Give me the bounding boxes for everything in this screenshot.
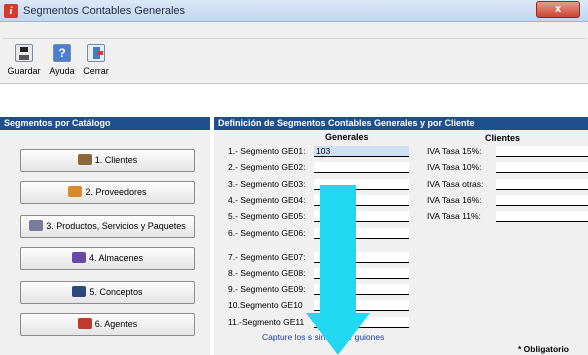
window-title: Segmentos Contables Generales: [23, 5, 186, 17]
catalog-button-label: 4. Almacenes: [88, 253, 144, 263]
segment-ge01-input[interactable]: [314, 146, 409, 157]
exit-icon: [87, 44, 105, 62]
save-button[interactable]: Guardar: [6, 44, 42, 80]
client-tax-label: IVA Tasa 15%:: [427, 146, 482, 156]
close-window-button[interactable]: x: [536, 1, 580, 18]
iva-16-input[interactable]: [496, 195, 588, 206]
segment-label: 6.- Segmento GE06:: [228, 228, 306, 238]
segment-label: 11.-Segmento GE11: [228, 317, 305, 327]
segment-label: 4.- Segmento GE04:: [228, 195, 306, 205]
warehouse-icon: [71, 252, 86, 263]
segment-ge02-input[interactable]: [314, 162, 409, 173]
iva-otras-input[interactable]: [496, 179, 588, 190]
catalog-button-label: 5. Conceptos: [89, 287, 143, 297]
segment-label: 7.- Segmento GE07:: [228, 252, 306, 262]
app-icon: i: [4, 4, 18, 18]
segment-label: 9.- Segmento GE09:: [228, 284, 306, 294]
catalog-button-label: 2. Proveedores: [85, 187, 147, 197]
agent-icon: [77, 318, 92, 329]
segment-label: 3.- Segmento GE03:: [228, 179, 306, 189]
right-panel-title: Definición de Segmentos Contables Genera…: [214, 117, 588, 130]
iva-11-input[interactable]: [496, 211, 588, 222]
exit-button[interactable]: Cerrar: [82, 44, 110, 80]
client-tax-label: IVA Tasa 10%:: [427, 162, 482, 172]
catalog-button-productos[interactable]: 3. Productos, Servicios y Paquetes: [20, 215, 195, 238]
left-panel-title: Segmentos por Catálogo: [0, 117, 210, 130]
segment-label: 8.- Segmento GE08:: [228, 268, 306, 278]
catalog-button-clientes[interactable]: 1. Clientes: [20, 149, 195, 172]
iva-15-input[interactable]: [496, 146, 588, 157]
client-tax-label: IVA Tasa 11%:: [427, 211, 481, 221]
catalog-button-label: 1. Clientes: [94, 155, 138, 165]
catalog-button-agentes[interactable]: 6. Agentes: [20, 313, 195, 336]
book-icon: [72, 286, 87, 297]
save-icon: [15, 44, 33, 62]
help-button[interactable]: ? Ayuda: [48, 44, 76, 80]
catalog-button-label: 3. Productos, Servicios y Paquetes: [46, 221, 186, 231]
segment-label: 1.- Segmento GE01:: [228, 146, 306, 156]
generales-header: Generales: [325, 132, 369, 142]
boxes-icon: [29, 220, 44, 231]
truck-icon: [68, 186, 83, 197]
down-arrow-head-icon: [306, 313, 370, 355]
toolbar: Guardar ? Ayuda Cerrar: [0, 22, 588, 84]
save-label: Guardar: [7, 66, 41, 76]
catalog-button-conceptos[interactable]: 5. Conceptos: [20, 281, 195, 304]
iva-10-input[interactable]: [496, 162, 588, 173]
help-label: Ayuda: [49, 66, 75, 76]
segment-label: 5.- Segmento GE05:: [228, 211, 306, 221]
down-arrow-icon: [320, 185, 356, 315]
exit-label: Cerrar: [83, 66, 109, 76]
toolbar-divider: [2, 38, 586, 39]
catalog-button-almacenes[interactable]: 4. Almacenes: [20, 247, 195, 270]
client-tax-label: IVA Tasa 16%:: [427, 195, 482, 205]
catalog-button-proveedores[interactable]: 2. Proveedores: [20, 181, 195, 204]
segment-label: 10.Segmento GE10: [228, 300, 303, 310]
catalog-button-label: 6. Agentes: [94, 319, 138, 329]
clientes-header: Clientes: [485, 133, 521, 143]
help-icon: ?: [53, 44, 71, 62]
people-icon: [77, 154, 92, 165]
mandatory-note: * Obligatorio: [518, 344, 569, 354]
blank-band: [0, 84, 588, 116]
title-bar: i Segmentos Contables Generales x: [0, 0, 588, 22]
client-tax-label: IVA Tasa otras:: [427, 179, 484, 189]
segment-label: 2.- Segmento GE02:: [228, 162, 306, 172]
